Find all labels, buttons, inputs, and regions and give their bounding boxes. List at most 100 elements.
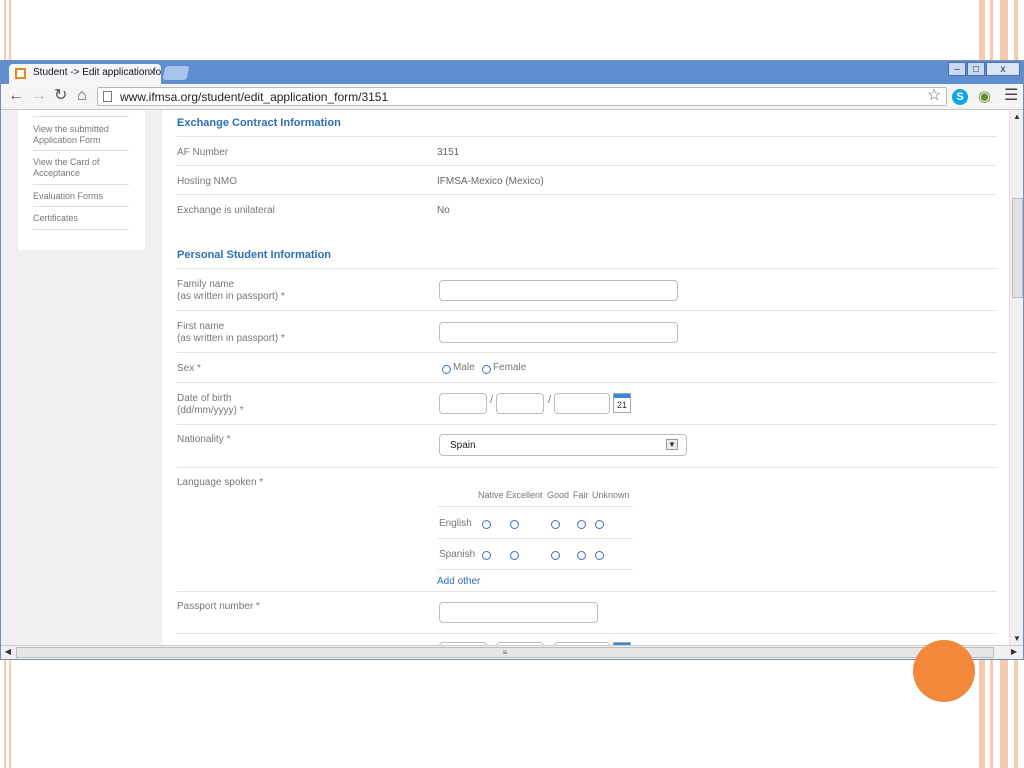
browser-window: Student -> Edit application fo x – □ x ←… [0,60,1024,660]
row-divider [437,569,633,570]
sex-female-radio[interactable] [482,365,491,374]
add-other-language-link[interactable]: Add other [437,576,480,587]
reload-icon[interactable]: ↻ [54,87,67,105]
page-content: View the submitted Application Form View… [1,110,1009,645]
dob-year-input[interactable] [554,393,610,414]
sidebar-item-evaluation-forms[interactable]: Evaluation Forms [33,191,129,202]
row-divider [177,194,997,195]
close-window-button[interactable]: x [986,62,1020,76]
new-tab-button[interactable] [162,66,190,80]
application-form: Exchange Contract Information AF Number … [162,110,1009,645]
star-icon[interactable]: ☆ [927,87,941,105]
decorative-circle [913,640,975,702]
sex-label: Sex * [177,363,201,374]
menu-icon[interactable]: ☰ [1004,87,1018,105]
sidebar: View the submitted Application Form View… [18,110,145,250]
row-divider [177,136,997,137]
english-unknown-radio[interactable] [595,520,604,529]
eye-icon[interactable]: ◉ [978,89,991,105]
sidebar-item-certificates[interactable]: Certificates [33,213,129,224]
spanish-excellent-radio[interactable] [510,551,519,560]
unilateral-value: No [437,205,450,216]
row-divider [177,165,997,166]
passport-number-input[interactable] [439,602,598,623]
english-excellent-radio[interactable] [510,520,519,529]
af-number-value: 3151 [437,147,460,158]
english-good-radio[interactable] [551,520,560,529]
page-icon [103,91,112,102]
spanish-fair-radio[interactable] [577,551,586,560]
address-bar[interactable]: www.ifmsa.org/student/edit_application_f… [97,87,947,106]
spanish-good-radio[interactable] [551,551,560,560]
date-separator: / [490,394,494,406]
first-name-input[interactable] [439,322,678,343]
first-name-sublabel: (as written in passport) * [177,333,285,344]
english-fair-radio[interactable] [577,520,586,529]
sidebar-divider [33,116,129,117]
row-divider [177,352,997,353]
calendar-icon[interactable]: 21 [613,393,631,413]
back-icon[interactable]: ← [8,87,24,105]
english-native-radio[interactable] [482,520,491,529]
sex-male-label: Male [453,362,475,373]
sex-male-radio[interactable] [442,365,451,374]
row-divider [437,506,633,507]
row-divider [177,424,997,425]
level-native-header: Native [478,490,504,500]
passport-label: Passport number * [177,601,260,612]
tab-student-edit[interactable]: Student -> Edit application fo x [9,64,161,84]
family-name-input[interactable] [439,280,678,301]
skype-icon[interactable]: S [952,89,968,105]
horizontal-scroll-thumb[interactable]: ≡ [16,647,994,658]
sidebar-item-card-of-acceptance[interactable]: View the Card of Acceptance [33,157,129,179]
sidebar-divider [33,150,129,151]
vertical-scrollbar[interactable]: ▲ ▼ [1009,110,1023,645]
scroll-left-icon[interactable]: ◀ [1,647,15,656]
minimize-button[interactable]: – [948,62,966,76]
date-separator: / [548,394,552,406]
horizontal-scrollbar[interactable]: ◀ ≡ ▶ [1,645,1023,659]
tab-close-icon[interactable]: x [150,66,156,78]
maximize-button[interactable]: □ [967,62,985,76]
sidebar-item-submitted-form[interactable]: View the submitted Application Form [33,124,129,146]
home-icon[interactable]: ⌂ [77,87,87,105]
vertical-scroll-thumb[interactable] [1012,198,1023,298]
exchange-section-title: Exchange Contract Information [177,117,341,129]
sidebar-divider [33,184,129,185]
row-divider [177,268,997,269]
browser-toolbar: ← → ↻ ⌂ www.ifmsa.org/student/edit_appli… [1,84,1023,110]
sidebar-divider [33,229,129,230]
hosting-nmo-label: Hosting NMO [177,176,238,187]
level-good-header: Good [547,490,570,500]
row-divider [177,591,997,592]
scroll-right-icon[interactable]: ▶ [1007,647,1021,656]
nationality-select[interactable]: Spain ▼ [439,434,687,456]
level-fair-header: Fair [573,490,589,500]
nationality-selected-value: Spain [450,440,476,451]
hosting-nmo-value: IFMSA-Mexico (Mexico) [437,176,544,187]
tab-bar: Student -> Edit application fo x – □ x [1,61,1023,84]
scroll-down-icon[interactable]: ▼ [1010,634,1023,643]
unilateral-label: Exchange is unilateral [177,205,275,216]
level-unknown-header: Unknown [592,490,630,500]
personal-section-title: Personal Student Information [177,249,332,261]
dob-day-input[interactable] [439,393,487,414]
family-name-label-text: Family name [177,279,235,290]
tab-title: Student -> Edit application fo [33,67,161,78]
spanish-native-radio[interactable] [482,551,491,560]
af-number-label: AF Number [177,147,229,158]
spanish-unknown-radio[interactable] [595,551,604,560]
language-label: Language spoken * [177,477,264,488]
row-divider [177,382,997,383]
scroll-up-icon[interactable]: ▲ [1010,112,1023,121]
row-divider [177,467,997,468]
nationality-label: Nationality * [177,434,231,445]
sidebar-divider [33,206,129,207]
row-divider [437,538,633,539]
chevron-down-icon: ▼ [666,439,678,450]
url-text: www.ifmsa.org/student/edit_application_f… [120,90,389,104]
forward-icon[interactable]: → [31,87,47,105]
dob-label: Date of birth (dd/mm/yyyy) * [177,393,244,417]
row-divider [177,310,997,311]
dob-month-input[interactable] [496,393,544,414]
